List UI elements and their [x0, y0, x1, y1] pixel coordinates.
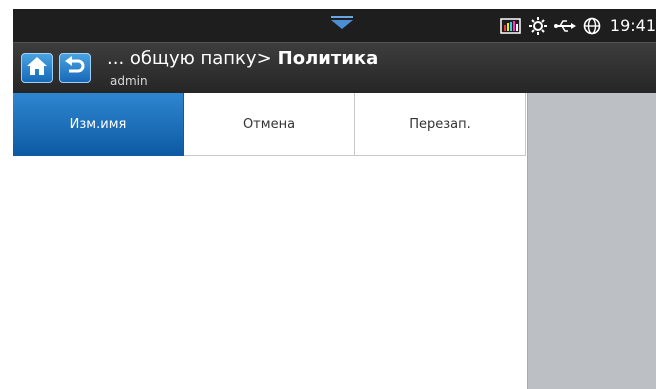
page-title: Политика: [277, 48, 379, 69]
left-margin: [0, 0, 13, 389]
user-name: admin: [110, 74, 148, 88]
header-bar: ... общую папку> Политика admin: [13, 42, 656, 93]
tab-cancel[interactable]: Отмена: [184, 93, 355, 156]
home-icon: [26, 56, 48, 80]
content-area: [13, 157, 527, 389]
toner-levels-icon[interactable]: [499, 17, 523, 35]
usb-icon[interactable]: [553, 17, 577, 35]
side-panel: [527, 93, 656, 389]
status-bar: 19:41: [13, 9, 656, 42]
back-arrow-icon: [64, 56, 86, 80]
pulldown-arrow-icon[interactable]: [330, 15, 354, 29]
clock: 19:41: [609, 16, 656, 35]
tab-overwrite[interactable]: Перезап.: [355, 93, 526, 156]
back-button[interactable]: [59, 53, 91, 83]
network-globe-icon[interactable]: [580, 17, 604, 35]
breadcrumb-path: ... общую папку>: [107, 48, 272, 69]
tab-bar: Изм.имя Отмена Перезап.: [13, 93, 527, 157]
home-button[interactable]: [21, 53, 53, 83]
brightness-icon[interactable]: [526, 16, 550, 35]
tab-rename[interactable]: Изм.имя: [13, 93, 184, 156]
breadcrumb: ... общую папку> Политика: [107, 48, 378, 69]
